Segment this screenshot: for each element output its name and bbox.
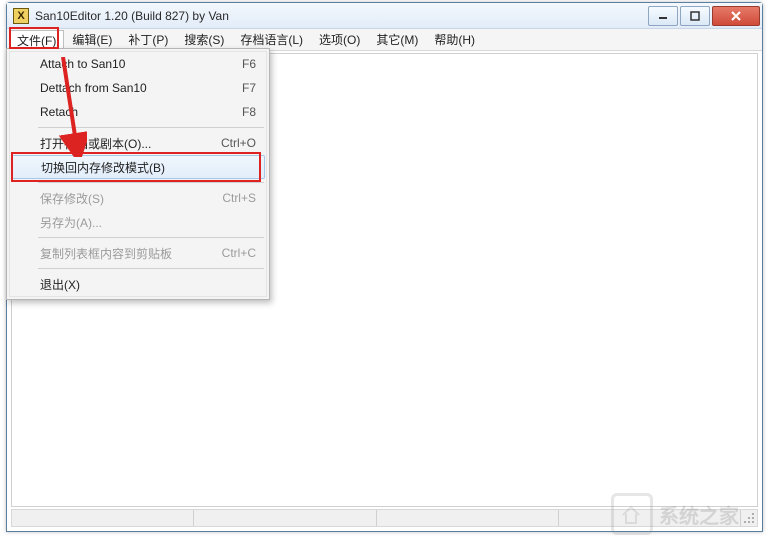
menu-item-label: 打开存档或剧本(O)... — [40, 135, 221, 152]
menu-item-label: 另存为(A)... — [40, 214, 256, 231]
menu-item-0[interactable]: Attach to San10F6 — [10, 52, 266, 76]
menu-item-label: 保存修改(S) — [40, 190, 222, 207]
menu-item-4[interactable]: 打开存档或剧本(O)...Ctrl+O — [10, 131, 266, 155]
menu-item-label: Retach — [40, 105, 242, 119]
minimize-button[interactable] — [648, 6, 678, 26]
menu-item-7: 保存修改(S)Ctrl+S — [10, 186, 266, 210]
menu-item-1[interactable]: Dettach from San10F7 — [10, 76, 266, 100]
menu-0[interactable]: 文件(F) — [9, 30, 64, 50]
menu-item-label: Attach to San10 — [40, 57, 242, 71]
menu-item-label: 退出(X) — [40, 276, 256, 293]
menu-5[interactable]: 选项(O) — [311, 29, 368, 50]
status-bar — [11, 509, 758, 527]
window-title: San10Editor 1.20 (Build 827) by Van — [35, 9, 646, 23]
menu-7[interactable]: 帮助(H) — [426, 29, 483, 50]
titlebar: X San10Editor 1.20 (Build 827) by Van — [7, 3, 762, 29]
menu-item-label: 切换回内存修改模式(B) — [41, 159, 254, 176]
status-cell — [12, 510, 194, 526]
menu-item-shortcut: F7 — [242, 81, 256, 95]
menu-separator — [38, 268, 264, 269]
menu-item-5[interactable]: 切换回内存修改模式(B) — [11, 155, 265, 179]
menu-item-label: Dettach from San10 — [40, 81, 242, 95]
resize-grip-icon[interactable] — [741, 510, 757, 526]
menu-2[interactable]: 补丁(P) — [120, 29, 176, 50]
menu-separator — [38, 182, 264, 183]
menu-3[interactable]: 搜索(S) — [176, 29, 232, 50]
status-cell — [559, 510, 741, 526]
menu-item-shortcut: Ctrl+S — [222, 191, 256, 205]
menu-item-shortcut: Ctrl+O — [221, 136, 256, 150]
menu-item-12[interactable]: 退出(X) — [10, 272, 266, 296]
window-controls — [646, 6, 760, 26]
maximize-button[interactable] — [680, 6, 710, 26]
close-button[interactable] — [712, 6, 760, 26]
file-menu-dropdown: Attach to San10F6Dettach from San10F7Ret… — [6, 48, 270, 300]
menu-1[interactable]: 编辑(E) — [64, 29, 120, 50]
app-icon: X — [13, 8, 29, 24]
menu-item-shortcut: F6 — [242, 57, 256, 71]
menu-item-10: 复制列表框内容到剪贴板Ctrl+C — [10, 241, 266, 265]
menu-separator — [38, 127, 264, 128]
status-cell — [377, 510, 559, 526]
menu-item-shortcut: F8 — [242, 105, 256, 119]
menu-item-shortcut: Ctrl+C — [222, 246, 256, 260]
menu-6[interactable]: 其它(M) — [368, 29, 426, 50]
menu-4[interactable]: 存档语言(L) — [232, 29, 311, 50]
status-cell — [194, 510, 376, 526]
menu-item-2[interactable]: RetachF8 — [10, 100, 266, 124]
menu-separator — [38, 237, 264, 238]
menu-item-8: 另存为(A)... — [10, 210, 266, 234]
menu-item-label: 复制列表框内容到剪贴板 — [40, 245, 222, 262]
